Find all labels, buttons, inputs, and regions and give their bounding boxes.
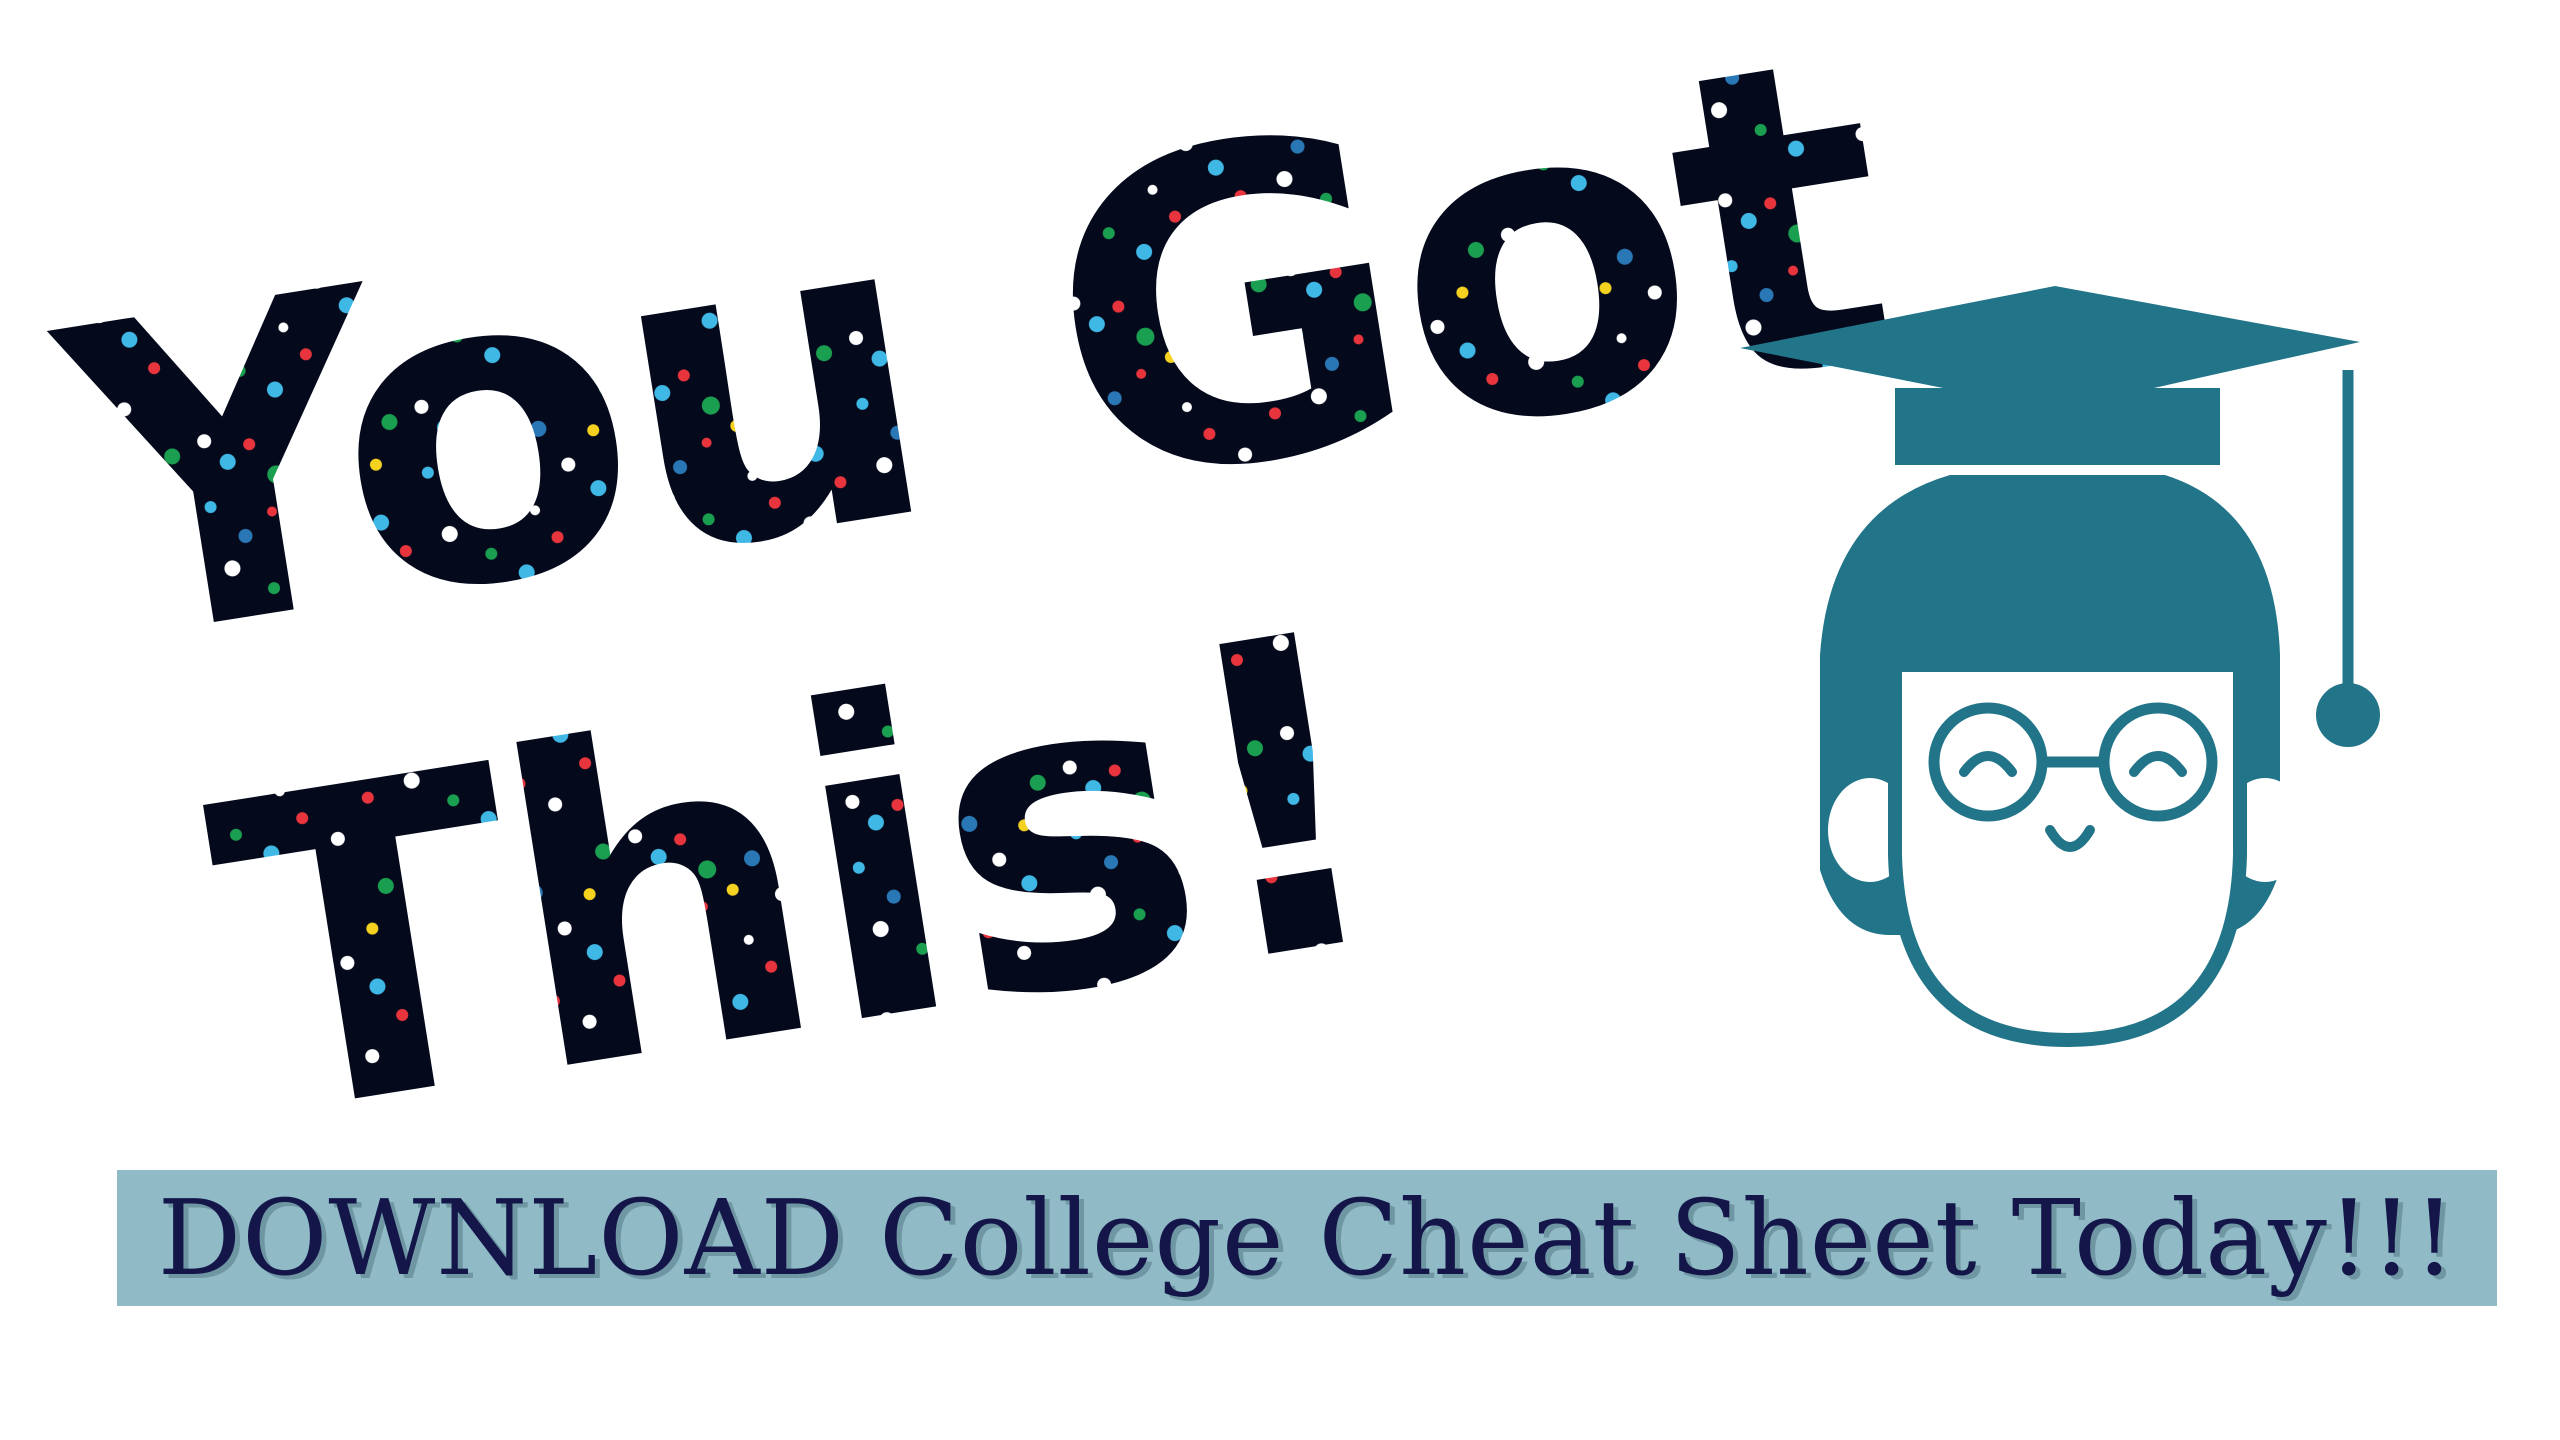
download-cta-label: DOWNLOAD College Cheat Sheet Today!!! <box>157 1177 2457 1299</box>
download-cta-button[interactable]: DOWNLOAD College Cheat Sheet Today!!! <box>117 1170 2497 1306</box>
graduate-student-icon <box>1740 286 2380 1048</box>
promo-graphic: You Got This! DOWNLOAD College Cheat She… <box>0 0 2560 1440</box>
